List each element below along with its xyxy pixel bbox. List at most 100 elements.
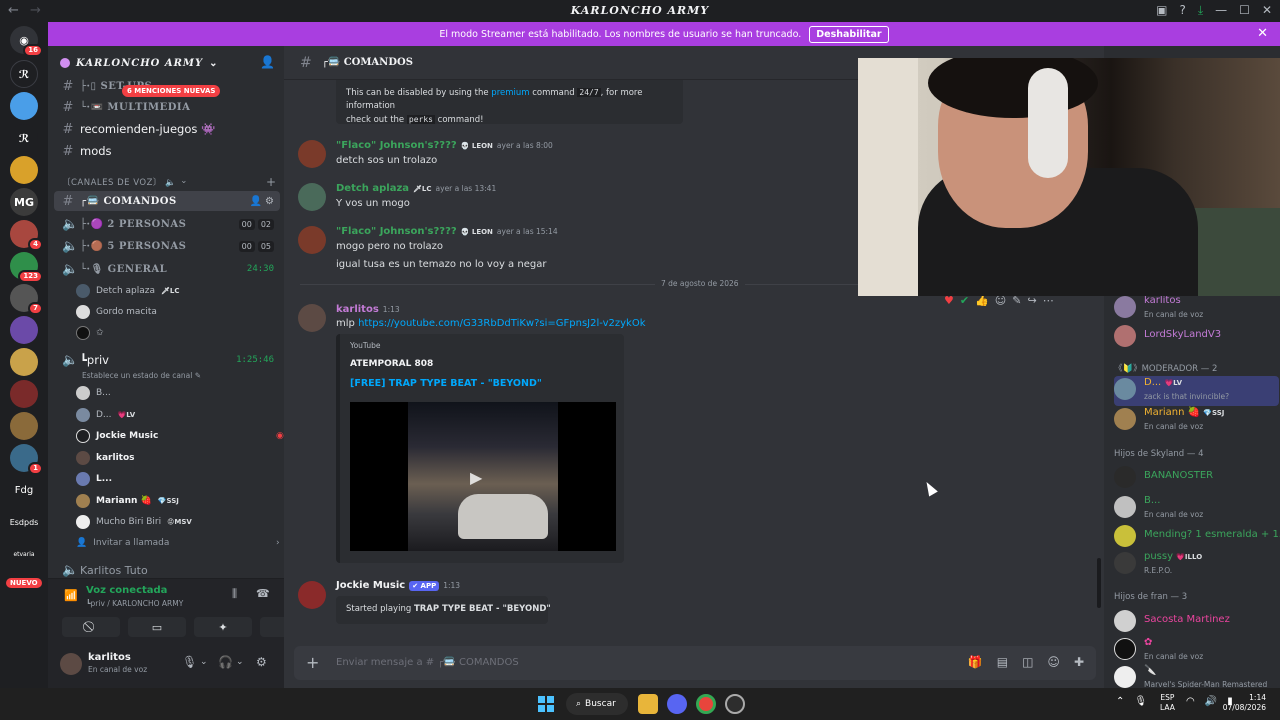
noise-suppression-icon[interactable]: ⫼: [232, 587, 237, 601]
invite-people-icon[interactable]: 👤: [260, 55, 276, 69]
member-item[interactable]: D... 💗LV zack is that invincible?: [1114, 376, 1279, 406]
scrollbar[interactable]: [1097, 558, 1101, 608]
disable-streamer-button[interactable]: Deshabilitar: [809, 25, 889, 43]
gear-icon[interactable]: ⚙: [265, 196, 274, 207]
server-icon[interactable]: [10, 316, 38, 344]
app-icon[interactable]: [725, 694, 745, 714]
voice-user[interactable]: ✩: [76, 324, 104, 342]
server-icon[interactable]: [10, 348, 38, 376]
server-icon[interactable]: Fdg: [10, 476, 38, 504]
dm-home-icon[interactable]: ◉ 16: [10, 26, 43, 57]
user-name[interactable]: karlitos: [88, 652, 131, 663]
premium-link[interactable]: premium: [491, 88, 529, 98]
channel-mods[interactable]: # mods: [54, 141, 280, 161]
gift-icon[interactable]: 🎁: [968, 655, 983, 669]
message-author[interactable]: karlitos 1:13: [336, 304, 400, 315]
server-icon[interactable]: ℛ: [10, 124, 38, 152]
voice-user[interactable]: B...: [76, 384, 111, 402]
invite-to-call[interactable]: 👤 Invitar a llamada ›: [76, 534, 280, 552]
play-icon[interactable]: ▶: [470, 468, 482, 487]
voice-user[interactable]: Detch aplaza 🗡LC: [76, 282, 179, 300]
voice-status[interactable]: Voz conectada: [86, 585, 167, 596]
channel-comandos-active[interactable]: # ┌🚍 COMANDOS 👤 ⚙: [54, 191, 280, 211]
signal-icon[interactable]: 📶: [64, 589, 78, 602]
invite-icon[interactable]: 👤: [250, 196, 262, 207]
member-item[interactable]: B... En canal de voz: [1114, 494, 1279, 524]
microphone-icon[interactable]: 🎙: [182, 655, 197, 669]
minimize-button[interactable]: —: [1215, 3, 1227, 18]
youtube-link[interactable]: https://youtube.com/G33RbDdTiKw?si=GFpns…: [358, 318, 645, 329]
avatar[interactable]: [60, 653, 82, 675]
taskbar-search[interactable]: ⌕ Buscar: [566, 693, 628, 715]
voice-user[interactable]: Jockie Music ◉: [76, 427, 284, 445]
gif-icon[interactable]: ▤: [997, 655, 1008, 669]
sticker-icon[interactable]: ◫: [1022, 655, 1033, 669]
member-item[interactable]: BANANOSTER: [1114, 464, 1279, 494]
server-icon[interactable]: [10, 156, 38, 184]
server-icon[interactable]: MG: [10, 188, 38, 216]
wifi-icon[interactable]: ◠: [1186, 696, 1195, 707]
voice-user[interactable]: D... 💗LV: [76, 406, 135, 424]
create-channel-icon[interactable]: +: [266, 175, 277, 189]
message-input[interactable]: Enviar mensaje a # ┌🚍 COMANDOS: [336, 657, 519, 668]
voice-channel-general[interactable]: 🔈 └·🎙 GENERAL 24:30: [54, 259, 280, 279]
member-item[interactable]: LordSkyLandV3: [1114, 323, 1279, 353]
voice-user[interactable]: Gordo macita: [76, 303, 157, 321]
channel-recomienden-juegos[interactable]: # recomienden-juegos 👾: [54, 119, 280, 139]
server-icon[interactable]: etvaria: [10, 540, 38, 568]
voice-user[interactable]: Mucho Biri Biri 😡MSV: [76, 513, 192, 531]
embed-author[interactable]: ATEMPORAL 808: [350, 359, 433, 369]
close-button[interactable]: ✕: [1262, 3, 1272, 18]
server-icon[interactable]: 123: [10, 252, 43, 283]
avatar[interactable]: [298, 183, 326, 211]
server-icon[interactable]: 7: [10, 284, 43, 315]
file-explorer-icon[interactable]: [638, 694, 658, 714]
disconnect-icon[interactable]: ☎: [256, 587, 270, 600]
new-mentions-pill[interactable]: 6 MENCIONES NUEVAS: [122, 85, 221, 97]
server-icon[interactable]: 1: [10, 444, 43, 475]
embed-title[interactable]: [FREE] TRAP TYPE BEAT - "BEYOND": [350, 378, 542, 389]
member-item[interactable]: karlitos En canal de voz: [1114, 294, 1279, 324]
camera-off-button[interactable]: ⃠: [62, 617, 120, 637]
voice-user[interactable]: karlitos: [76, 449, 135, 467]
language-indicator[interactable]: ESP LAA: [1160, 693, 1175, 713]
help-icon[interactable]: ?: [1179, 3, 1185, 18]
server-icon[interactable]: Esdpds: [10, 508, 39, 536]
attach-plus-icon[interactable]: +: [306, 653, 319, 672]
channel-multimedia[interactable]: # └·📼 MULTIMEDIA: [54, 97, 280, 117]
avatar[interactable]: [298, 304, 326, 332]
avatar[interactable]: [298, 581, 326, 609]
inbox-icon[interactable]: ▣: [1156, 3, 1167, 18]
member-item[interactable]: ✿ En canal de voz: [1114, 636, 1279, 666]
guild-header[interactable]: KARLONCHO ARMY ⌄ 👤: [48, 46, 284, 80]
gear-icon[interactable]: ⚙: [256, 655, 267, 669]
member-item[interactable]: pussy 💗ILLO R.E.P.O.: [1114, 550, 1279, 580]
member-item[interactable]: Mariann 🍓 💎SSJ En canal de voz: [1114, 406, 1279, 436]
close-icon[interactable]: ✕: [1257, 26, 1268, 41]
maximize-button[interactable]: ☐: [1239, 3, 1250, 18]
activities-button[interactable]: ✦: [194, 617, 252, 637]
server-icon[interactable]: [10, 92, 38, 120]
server-icon[interactable]: ℛ: [10, 60, 38, 88]
headphones-icon[interactable]: 🎧: [218, 655, 233, 669]
channel-status-prompt[interactable]: Establece un estado de canal ✎: [82, 366, 201, 384]
voice-channel-karlitos-tuto[interactable]: 🔈 Karlitos Tuto: [54, 560, 280, 580]
video-thumbnail[interactable]: ▶: [350, 402, 616, 551]
voice-category[interactable]: 〔CANALES DE VOZ〕 🔈 ⌄ +: [62, 175, 276, 189]
member-item[interactable]: Sacosta Martinez: [1114, 608, 1279, 638]
windows-start-icon[interactable]: [538, 696, 554, 712]
download-icon[interactable]: ⤓: [1198, 3, 1203, 18]
avatar[interactable]: [298, 226, 326, 254]
volume-icon[interactable]: 🔊: [1205, 696, 1217, 707]
chevron-down-icon[interactable]: ⌄: [200, 657, 208, 667]
chevron-up-icon[interactable]: ⌃: [1116, 696, 1124, 707]
chrome-icon[interactable]: [696, 694, 716, 714]
chevron-down-icon[interactable]: ⌄: [236, 657, 244, 667]
member-item[interactable]: Mending? 1 esmeralda + 1...: [1114, 523, 1280, 553]
voice-channel-5-personas[interactable]: 🔈 ├·🟤 5 PERSONAS 00 05: [54, 236, 280, 256]
message-author[interactable]: Detch aplaza 🗡LC ayer a las 13:41: [336, 183, 496, 194]
server-icon[interactable]: 4: [10, 220, 43, 251]
microphone-tray-icon[interactable]: 🎙: [1134, 696, 1147, 707]
server-icon[interactable]: [10, 380, 38, 408]
emoji-icon[interactable]: ☺: [1047, 655, 1060, 669]
